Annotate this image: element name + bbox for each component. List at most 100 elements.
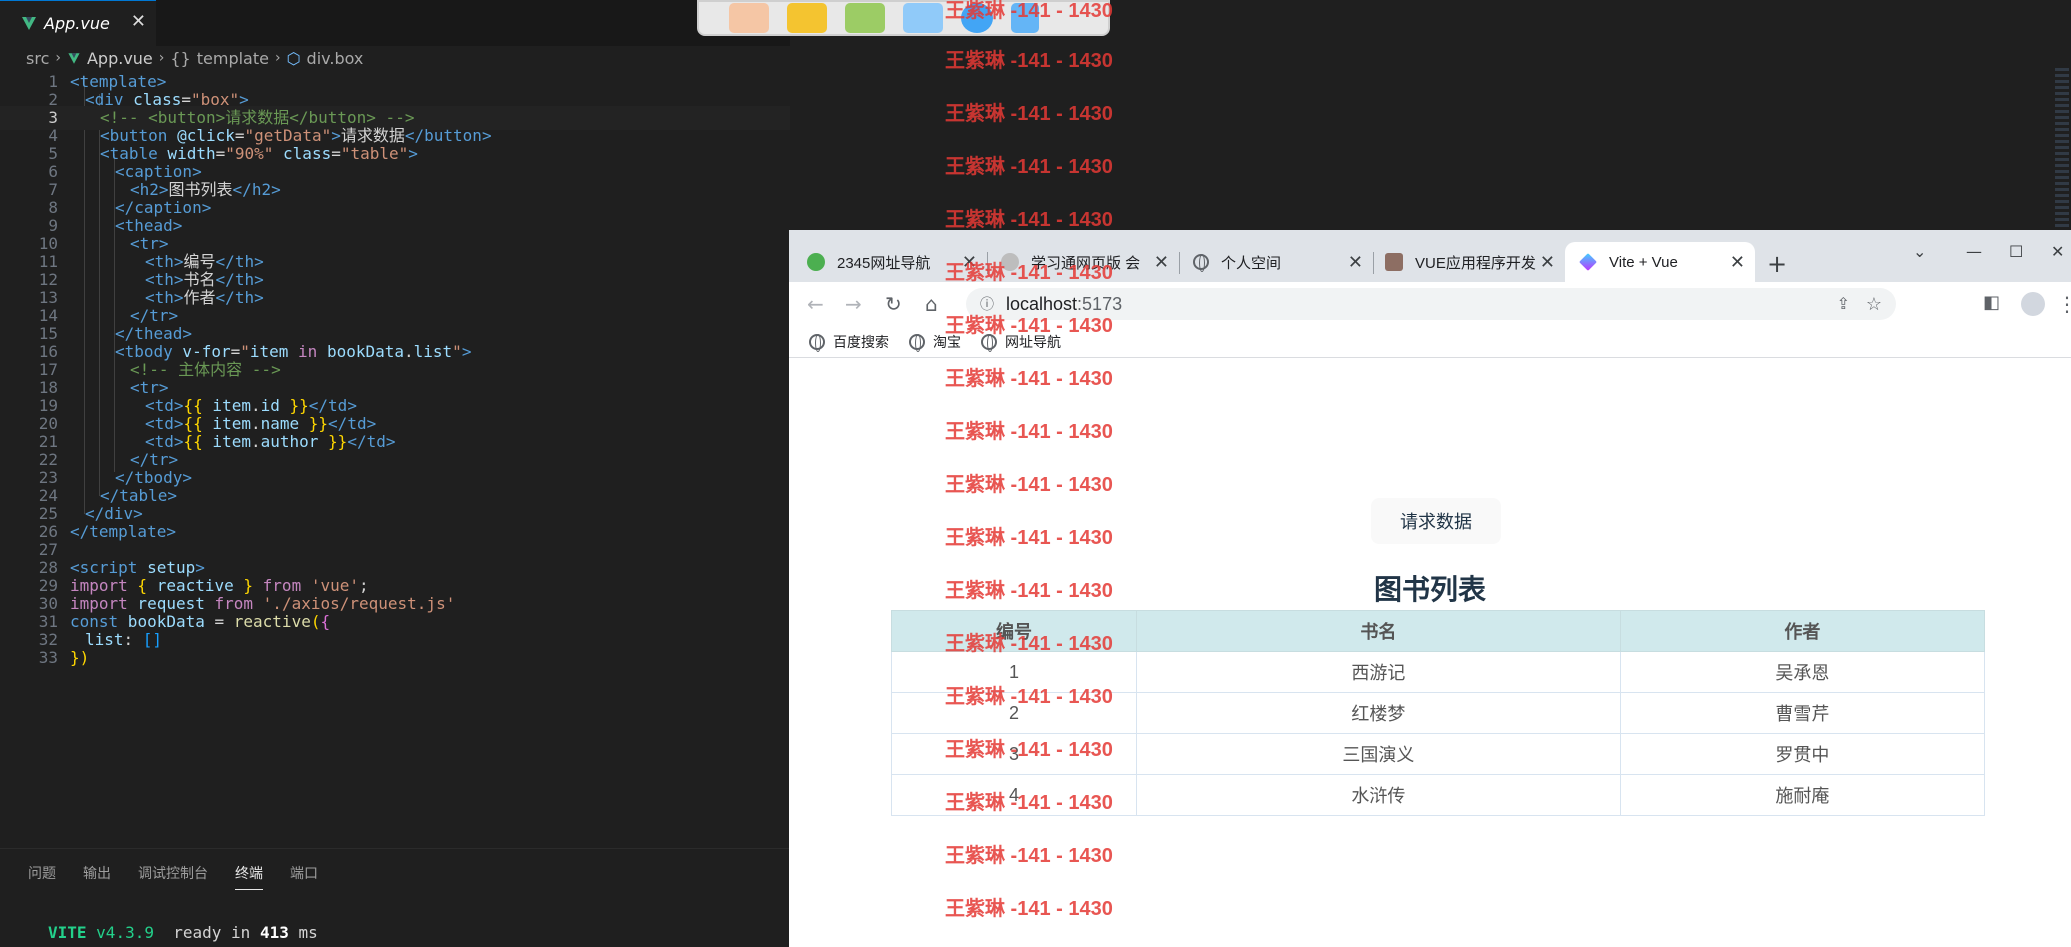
breadcrumb-src[interactable]: src — [26, 49, 49, 68]
table-row: 1 西游记 吴承恩 — [890, 651, 1986, 693]
vue-file-icon — [22, 17, 36, 30]
back-icon[interactable]: ← — [807, 292, 824, 316]
editor-tab-bar: App.vue ✕ — [0, 0, 790, 46]
share-icon[interactable]: ⇪ — [1837, 294, 1850, 314]
tab-output[interactable]: 输出 — [83, 863, 111, 890]
tab-debug-console[interactable]: 调试控制台 — [138, 863, 208, 890]
braces-icon: {} — [170, 48, 191, 68]
cell-id: 1 — [890, 651, 1138, 693]
breadcrumb: src › App.vue › {} template › ⬡ div.box — [26, 48, 363, 68]
request-data-button[interactable]: 请求数据 — [1371, 498, 1501, 544]
magnifier-icon[interactable] — [903, 3, 943, 33]
code-area[interactable]: 1 <template> 2 <div class="box"> 3 <!-- <bu… — [0, 70, 790, 848]
vite-icon — [1579, 253, 1597, 271]
close-icon[interactable]: ✕ — [1348, 252, 1363, 273]
home-icon[interactable]: ⌂ — [925, 292, 938, 316]
close-icon[interactable]: ✕ — [1540, 252, 1555, 273]
globe-icon[interactable] — [961, 3, 993, 33]
bottom-panel: 问题 输出 调试控制台 终端 端口 VITE v4.3.9 ready in 4… — [0, 848, 790, 947]
bookmark-taobao[interactable]: 淘宝 — [909, 332, 961, 352]
cube-icon: ⬡ — [286, 48, 301, 68]
table-row: 4 水浒传 施耐庵 — [890, 774, 1986, 816]
table-row: 3 三国演义 罗贯中 — [890, 733, 1986, 775]
browser-tab-label: Vite + Vue — [1609, 253, 1678, 271]
table-header-row: 编号 书名 作者 — [890, 610, 1986, 652]
cell-author: 施耐庵 — [1619, 774, 1986, 816]
chat-icon[interactable] — [787, 3, 827, 33]
maximize-icon[interactable]: ☐ — [2009, 242, 2023, 261]
floating-toolbar — [697, 0, 1110, 36]
cell-name: 西游记 — [1136, 651, 1621, 693]
globe-icon — [909, 333, 925, 352]
bookmarks-bar: 百度搜索 淘宝 网址导航 — [789, 326, 2071, 358]
sidebar-icon[interactable]: ◧ — [1983, 292, 2000, 313]
address-port: :5173 — [1077, 293, 1123, 314]
address-bar[interactable]: ⓘ localhost:5173 ⇪ ☆ — [966, 288, 1896, 320]
chevron-down-icon[interactable]: ⌄ — [1913, 242, 1926, 261]
chevron-right-icon: › — [274, 50, 281, 66]
book-table: 编号 书名 作者 1 西游记 吴承恩 2 红楼梦 曹雪芹 3 三国演义 罗贯中 4 水浒传 施耐… — [890, 610, 1986, 816]
vue-file-icon — [68, 52, 80, 64]
export-icon[interactable] — [845, 3, 885, 33]
cell-name: 水浒传 — [1136, 774, 1621, 816]
chevron-right-icon: › — [55, 50, 61, 66]
close-icon[interactable]: ✕ — [131, 11, 146, 32]
close-icon[interactable]: ✕ — [962, 252, 977, 273]
browser-tab[interactable]: 个人空间 ✕ — [1193, 242, 1373, 282]
minimap[interactable] — [2055, 68, 2069, 228]
browser-tab-strip: 2345网址导航 ✕ 学习通网页版 会 ✕ 个人空间 ✕ VUE应用程序开发 ✕… — [789, 230, 2071, 282]
tab-terminal[interactable]: 终端 — [235, 863, 263, 890]
globe-icon — [1193, 254, 1209, 272]
browser-window: 2345网址导航 ✕ 学习通网页版 会 ✕ 个人空间 ✕ VUE应用程序开发 ✕… — [789, 230, 2071, 947]
profile-icon[interactable] — [2021, 292, 2045, 316]
cell-name: 三国演义 — [1136, 733, 1621, 775]
cell-id: 3 — [890, 733, 1138, 775]
search-icon — [1001, 253, 1019, 271]
code-line: 33}) — [38, 648, 90, 667]
forward-icon[interactable]: → — [845, 292, 862, 316]
star-icon[interactable]: ☆ — [1866, 294, 1882, 315]
code-editor: App.vue ✕ src › App.vue › {} template › … — [0, 0, 790, 947]
browser-tab-label: 个人空间 — [1221, 254, 1282, 272]
reload-icon[interactable]: ↻ — [885, 292, 902, 316]
table-caption: 图书列表 — [1373, 574, 1486, 605]
breadcrumb-file[interactable]: App.vue — [87, 49, 153, 68]
browser-tab[interactable]: 学习通网页版 会 ✕ — [1001, 242, 1179, 282]
browser-tab-label: VUE应用程序开发 — [1415, 254, 1536, 272]
cell-author: 罗贯中 — [1619, 733, 1986, 775]
globe-icon — [809, 333, 825, 352]
cell-id: 2 — [890, 692, 1138, 734]
editor-tab-app-vue[interactable]: App.vue ✕ — [0, 0, 156, 46]
info-icon[interactable]: ⓘ — [980, 294, 994, 314]
bookmark-baidu[interactable]: 百度搜索 — [809, 332, 889, 352]
tab-ports[interactable]: 端口 — [290, 863, 318, 890]
browser-tab-label: 学习通网页版 会 — [1031, 254, 1141, 272]
column-header-id: 编号 — [890, 610, 1138, 652]
browser-tab[interactable]: VUE应用程序开发 ✕ — [1385, 242, 1565, 282]
browser-tab-active[interactable]: Vite + Vue ✕ — [1565, 242, 1755, 282]
breadcrumb-template[interactable]: template — [197, 49, 269, 68]
close-icon[interactable]: ✕ — [1730, 252, 1745, 273]
cell-author: 曹雪芹 — [1619, 692, 1986, 734]
new-tab-button[interactable]: + — [1767, 250, 1787, 278]
close-window-icon[interactable]: ✕ — [2051, 242, 2064, 261]
address-bar-row: ← → ↻ ⌂ ⓘ localhost:5173 ⇪ ☆ ◧ ⋮ — [789, 282, 2071, 326]
cell-id: 4 — [890, 774, 1138, 816]
bookmark-nav[interactable]: 网址导航 — [981, 332, 1061, 352]
browser-tab[interactable]: 2345网址导航 ✕ — [807, 242, 987, 282]
browser-tab-label: 2345网址导航 — [837, 254, 931, 272]
cell-author: 吴承恩 — [1619, 651, 1986, 693]
tab-divider — [987, 252, 988, 274]
chevron-right-icon: › — [158, 50, 165, 66]
pin-icon[interactable] — [1011, 3, 1039, 33]
image-icon — [1385, 253, 1403, 271]
address-host: localhost — [1006, 293, 1078, 314]
hand-icon[interactable] — [729, 3, 769, 33]
terminal-output[interactable]: VITE v4.3.9 ready in 413 ms — [48, 923, 318, 942]
breadcrumb-node[interactable]: div.box — [307, 49, 364, 68]
tab-problems[interactable]: 问题 — [28, 863, 56, 890]
close-icon[interactable]: ✕ — [1154, 252, 1169, 273]
menu-icon[interactable]: ⋮ — [2057, 292, 2071, 316]
minimize-icon[interactable]: — — [1966, 242, 1982, 261]
column-header-name: 书名 — [1136, 610, 1621, 652]
